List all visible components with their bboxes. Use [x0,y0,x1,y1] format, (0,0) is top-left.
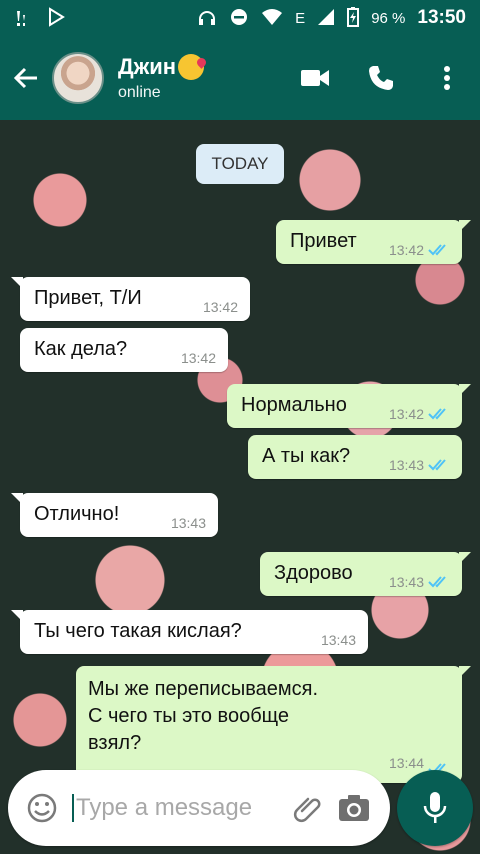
message-outgoing[interactable]: Нормально 13:42 [227,384,471,428]
message-text: А ты как? [262,445,351,467]
signal-exclaim-icon [14,7,34,30]
message-time: 13:42 [388,406,424,422]
message-incoming[interactable]: Отлично! 13:43 [11,493,218,537]
network-type: E [295,9,306,27]
more-vert-icon [444,66,450,90]
message-time: 13:43 [170,515,206,531]
message-time: 13:43 [388,574,424,590]
voice-record-button[interactable] [397,770,473,846]
status-bar: E 96 % 13:50 [0,0,480,36]
message-text: Отлично! [34,503,120,525]
smiley-icon [27,793,57,823]
contact-info[interactable]: Джин online [118,54,205,102]
message-text: Нормально [241,394,347,416]
message-incoming[interactable]: Привет, Т/И 13:42 [11,277,250,321]
avatar[interactable] [52,52,104,104]
video-call-icon [301,70,329,86]
message-time: 13:42 [388,242,424,258]
message-text-line: С чего ты это вообще [88,705,290,727]
message-time: 13:43 [388,457,424,473]
header-actions [282,36,480,120]
attach-button[interactable] [288,788,328,828]
message-incoming[interactable]: Ты чего такая кислая? 13:43 [11,610,368,654]
message-time: 13:42 [202,299,238,315]
message-text-line: Мы же переписываемся. [88,678,319,700]
battery-charging-icon [347,6,360,30]
message-composer [8,770,390,846]
phone-icon [369,66,393,90]
read-ticks-icon [428,244,446,256]
more-options-button[interactable] [414,36,480,120]
back-button[interactable] [0,36,52,120]
play-store-icon [46,6,66,30]
read-ticks-icon [428,408,446,420]
message-text: Привет, Т/И [34,287,142,309]
contact-status: online [118,84,161,101]
message-text: Здорово [274,562,353,584]
wifi-icon [261,8,283,29]
date-chip: TODAY [196,144,284,184]
chat-area[interactable]: TODAY Привет 13:42 Привет, Т/И 13:42 Как… [0,120,480,854]
message-text: Как дела? [34,338,128,360]
message-outgoing[interactable]: Мы же переписываемся. С чего ты это вооб… [76,666,471,783]
cell-signal-icon [317,8,335,29]
clock: 13:50 [417,7,466,28]
video-call-button[interactable] [282,36,348,120]
contact-name: Джин [118,54,177,79]
message-text: Ты чего такая кислая? [34,620,242,642]
kissing-face-icon [178,54,205,80]
read-ticks-icon [428,576,446,588]
message-time: 13:43 [320,632,356,648]
do-not-disturb-icon [229,7,249,30]
message-outgoing[interactable]: Привет 13:42 [276,220,471,264]
battery-percent: 96 % [371,9,406,27]
headphones-icon [197,7,217,30]
microphone-icon [423,792,447,823]
message-incoming[interactable]: Как дела? 13:42 [20,328,228,372]
message-input[interactable] [72,794,282,822]
arrow-back-icon [13,67,37,89]
read-ticks-icon [428,459,446,471]
message-outgoing[interactable]: А ты как? 13:43 [248,435,462,479]
emoji-button[interactable] [22,788,62,828]
chat-header: Джин online [0,36,480,120]
camera-icon [339,795,369,821]
message-time: 13:42 [180,350,216,366]
paperclip-icon [293,797,321,823]
message-outgoing[interactable]: Здорово 13:43 [260,552,471,596]
voice-call-button[interactable] [348,36,414,120]
message-text: Привет [290,230,357,252]
camera-button[interactable] [334,788,374,828]
